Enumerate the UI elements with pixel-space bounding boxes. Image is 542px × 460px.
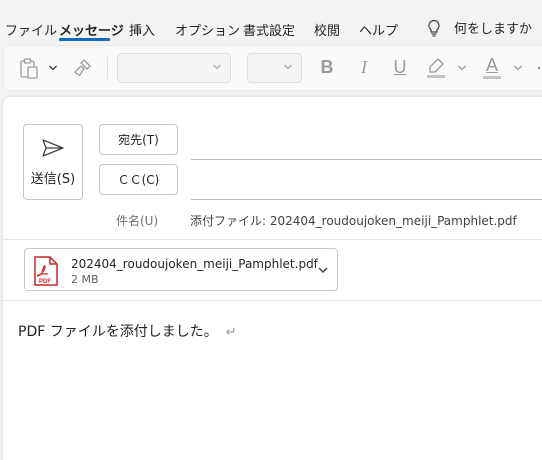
cc-button[interactable]: ＣＣ(C) <box>99 164 178 195</box>
chevron-down-icon <box>458 65 466 71</box>
tell-me-label: 何をしますか <box>454 22 533 37</box>
font-color-swatch <box>483 75 501 79</box>
to-field[interactable] <box>191 159 542 160</box>
chevron-down-icon[interactable] <box>317 266 329 274</box>
more-options-button[interactable] <box>534 62 542 74</box>
ribbon-separator <box>107 57 108 79</box>
highlight-dropdown[interactable] <box>456 62 468 74</box>
cc-field[interactable] <box>191 199 542 200</box>
tell-me-search[interactable]: 何をしますか <box>426 18 532 37</box>
paste-button[interactable] <box>18 57 40 79</box>
highlight-button[interactable] <box>424 55 448 81</box>
highlighter-icon <box>427 58 445 78</box>
message-body[interactable]: PDF ファイルを添付しました。 ↵ <box>18 321 237 341</box>
attachment-card[interactable]: PDF 202404_roudoujoken_meiji_Pamphlet.pd… <box>24 248 338 291</box>
font-color-button[interactable]: A <box>480 53 504 81</box>
font-color-label: A <box>485 54 498 75</box>
active-tab-indicator <box>59 38 110 41</box>
message-body-text: PDF ファイルを添付しました。 <box>18 324 218 340</box>
menu-insert[interactable]: 挿入 <box>129 20 155 39</box>
ribbon-toolbar: B I U A <box>4 46 542 90</box>
menu-help[interactable]: ヘルプ <box>359 20 398 39</box>
attachment-file-name: 202404_roudoujoken_meiji_Pamphlet.pdf <box>71 257 318 271</box>
send-button[interactable]: 送信(S) <box>23 124 83 200</box>
bold-button[interactable]: B <box>316 54 338 80</box>
lightbulb-icon <box>428 19 440 37</box>
chevron-down-icon <box>49 65 57 71</box>
ellipsis-icon <box>537 66 541 70</box>
clipboard-icon <box>20 58 38 79</box>
chevron-down-icon <box>284 64 292 70</box>
paragraph-mark-icon: ↵ <box>225 325 237 340</box>
attachment-divider <box>3 300 542 301</box>
paste-dropdown[interactable] <box>47 62 59 74</box>
attachment-file-size: 2 MB <box>71 273 99 286</box>
format-painter-icon <box>74 59 91 77</box>
menu-file[interactable]: ファイル <box>5 20 57 39</box>
font-color-dropdown[interactable] <box>512 62 524 74</box>
chevron-down-icon <box>514 65 522 71</box>
menu-review[interactable]: 校閲 <box>314 20 340 39</box>
pdf-file-icon: PDF <box>34 256 58 286</box>
font-name-select[interactable] <box>117 53 231 83</box>
menu-bar: ファイル メッセージ 挿入 オプション 書式設定 校閲 ヘルプ 何をしますか <box>0 0 542 46</box>
chevron-down-icon <box>213 64 221 70</box>
italic-button[interactable]: I <box>353 54 375 80</box>
compose-pane: 送信(S) 宛先(T) ＣＣ(C) 件名(U) 添付ファイル: 202404_r… <box>3 97 542 460</box>
subject-label: 件名(U) <box>116 214 159 228</box>
menu-options[interactable]: オプション <box>175 20 240 39</box>
to-button[interactable]: 宛先(T) <box>99 124 178 155</box>
menu-message[interactable]: メッセージ <box>59 20 124 39</box>
menu-format[interactable]: 書式設定 <box>243 20 295 39</box>
subject-field[interactable]: 添付ファイル: 202404_roudoujoken_meiji_Pamphle… <box>190 212 517 229</box>
header-divider <box>3 239 542 240</box>
underline-button[interactable]: U <box>389 54 411 80</box>
font-size-select[interactable] <box>247 53 302 83</box>
send-icon <box>42 138 64 157</box>
pdf-icon-label: PDF <box>39 279 51 285</box>
send-label: 送信(S) <box>30 171 76 187</box>
format-painter-button[interactable] <box>72 57 94 79</box>
